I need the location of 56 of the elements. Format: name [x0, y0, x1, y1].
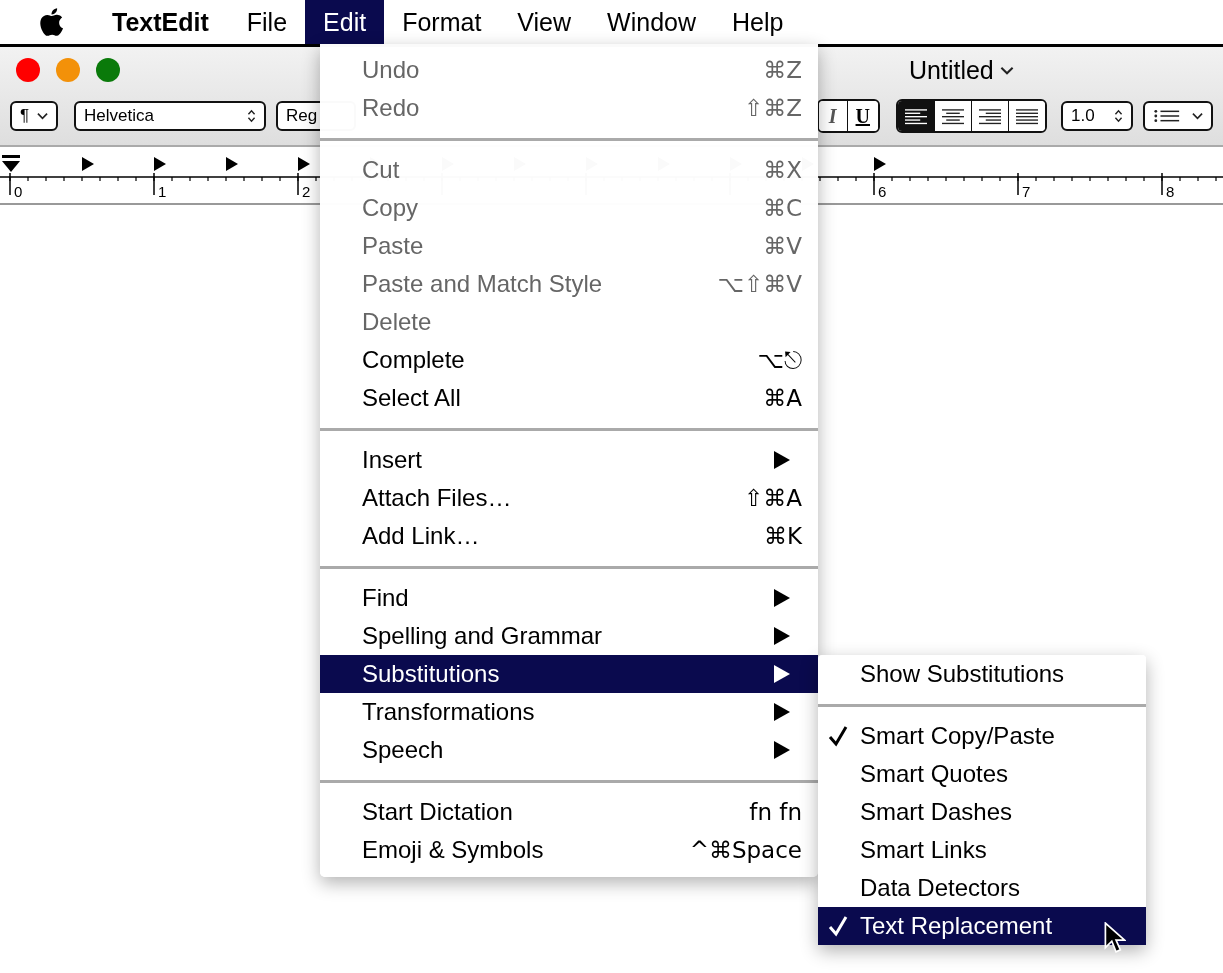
menu-item[interactable]: Find: [320, 579, 818, 617]
chevron-down-icon: [1192, 112, 1203, 120]
menu-item[interactable]: Show Substitutions: [818, 655, 1146, 693]
up-down-chevron-icon: [1114, 109, 1123, 123]
zoom-button[interactable]: [96, 58, 120, 82]
list-style-popup[interactable]: [1143, 101, 1213, 131]
keyboard-shortcut: ⌘C: [762, 195, 802, 221]
menu-item[interactable]: Start Dictation fn fn: [320, 793, 818, 831]
menu-item[interactable]: Insert: [320, 441, 818, 479]
menu-item[interactable]: Text Replacement: [818, 907, 1146, 945]
menu-item[interactable]: Speech: [320, 731, 818, 769]
text-align-button[interactable]: [1008, 101, 1045, 131]
line-spacing-popup[interactable]: 1.0: [1061, 101, 1133, 131]
bulleted-list-icon: [1153, 108, 1181, 124]
menu-bar-item[interactable]: Format: [384, 0, 500, 44]
menu-item[interactable]: Data Detectors: [818, 869, 1146, 907]
keyboard-shortcut: ⌘V: [763, 233, 802, 259]
menu-item[interactable]: Smart Copy/Paste: [818, 717, 1146, 755]
menu-bar-item[interactable]: Window: [589, 0, 714, 44]
keyboard-shortcut: ⌘A: [763, 385, 802, 411]
menu-item[interactable]: Complete ⌥⎋: [320, 341, 818, 379]
menu-item[interactable]: Add Link… ⌘K: [320, 517, 818, 555]
keyboard-shortcut: ⌥⎋: [757, 346, 802, 374]
underline-button[interactable]: U: [846, 101, 878, 131]
paragraph-style-popup[interactable]: ¶: [10, 101, 58, 131]
menu-item[interactable]: Smart Dashes: [818, 793, 1146, 831]
menu-item[interactable]: Substitutions: [320, 655, 818, 693]
menu-item[interactable]: Spelling and Grammar: [320, 617, 818, 655]
menu-bar-item[interactable]: Edit: [305, 0, 385, 44]
up-down-chevron-icon: [247, 109, 256, 123]
close-button[interactable]: [16, 58, 40, 82]
menu-item[interactable]: Select All ⌘A: [320, 379, 818, 417]
menu-bar-item[interactable]: Help: [714, 0, 802, 44]
chevron-down-icon[interactable]: [999, 65, 1014, 75]
menu-item[interactable]: Emoji & Symbols ^⌘Space: [320, 831, 818, 869]
chevron-down-icon: [37, 112, 48, 120]
keyboard-shortcut: ⌘X: [763, 157, 802, 183]
text-align-button[interactable]: [898, 101, 934, 131]
menu-bar-item[interactable]: File: [228, 0, 306, 44]
keyboard-shortcut: ⇧⌘A: [744, 485, 802, 511]
menu-item[interactable]: Smart Links: [818, 831, 1146, 869]
keyboard-shortcut: fn fn: [749, 799, 802, 825]
window-title[interactable]: Untitled: [909, 55, 994, 85]
font-family-popup[interactable]: Helvetica: [74, 101, 266, 131]
menu-item[interactable]: Attach Files… ⇧⌘A: [320, 479, 818, 517]
keyboard-shortcut: ⌘Z: [763, 57, 802, 83]
apple-logo-icon[interactable]: [38, 7, 64, 37]
menu-bar-item[interactable]: View: [499, 0, 590, 44]
keyboard-shortcut: ^⌘Space: [689, 837, 802, 863]
menu-item[interactable]: Smart Quotes: [818, 755, 1146, 793]
menu-bar-item[interactable]: TextEdit: [94, 0, 229, 44]
mouse-pointer-icon: [1104, 922, 1126, 954]
menu-item[interactable]: Transformations: [320, 693, 818, 731]
keyboard-shortcut: ⇧⌘Z: [743, 95, 802, 121]
keyboard-shortcut: ⌘K: [763, 523, 802, 549]
keyboard-shortcut: ⌥⇧⌘V: [717, 271, 802, 297]
